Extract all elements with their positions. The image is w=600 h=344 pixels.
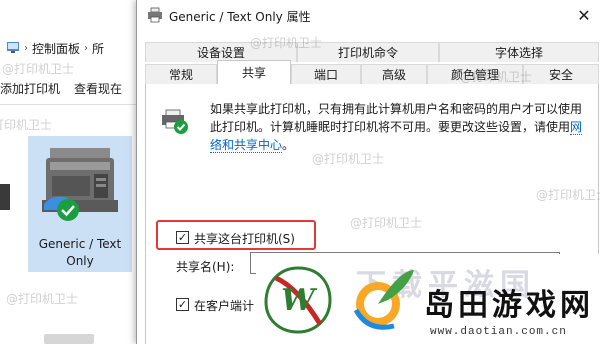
watermark-text: @打印机卫士 [350, 216, 423, 230]
close-button[interactable]: ✕ [573, 4, 595, 26]
breadcrumb-next[interactable]: 所 [92, 40, 104, 57]
printer-name-label: Generic / Text Only [38, 237, 122, 268]
watermark-text: @打印机卫士 [250, 36, 323, 50]
control-panel-icon [6, 40, 20, 57]
breadcrumb-separator: › [24, 42, 28, 54]
see-whats-printing-button[interactable]: 查看现在 [74, 80, 122, 97]
tab-general[interactable]: 常规 [145, 64, 217, 84]
breadcrumb-separator: › [84, 42, 89, 54]
tab-advanced[interactable]: 高级 [361, 64, 427, 84]
site-url-text: www.daotian.com.cn [430, 326, 567, 338]
device-icon-partial-bottom [44, 334, 94, 344]
share-printer-label: 共享这台打印机(S) [194, 232, 295, 246]
printer-icon [148, 7, 162, 23]
device-icon-partial [0, 184, 10, 210]
sharing-description: 如果共享此打印机，只有拥有此计算机用户名和密码的用户才可以使用此打印机。计算机睡… [210, 102, 583, 153]
tab-sharing[interactable]: 共享 [217, 60, 291, 84]
breadcrumb-control-panel[interactable]: 控制面板 [32, 40, 80, 57]
svg-text:W: W [281, 283, 318, 318]
watermark-text: @打印机卫士 [536, 188, 600, 202]
dialog-titlebar[interactable]: Generic / Text Only 属性 ✕ [137, 0, 600, 30]
dialog-title: Generic / Text Only 属性 [169, 10, 311, 24]
toolbar-divider [0, 104, 140, 105]
printer-tile-generic[interactable]: Generic / Text Only [28, 136, 132, 272]
watermark-text: @打印机卫士 [2, 62, 75, 76]
site-name-text: 岛田游戏网 [424, 288, 594, 323]
render-on-client-label: 在客户端计 [194, 299, 255, 313]
watermark-text: @打印机卫士 [0, 118, 53, 132]
address-bar[interactable]: › 控制面板 › 所 [0, 36, 140, 60]
render-on-client-checkbox[interactable]: ✓ [176, 298, 189, 311]
leaf-logo-icon [353, 270, 414, 330]
share-name-label: 共享名(H): [176, 260, 235, 274]
tab-font-selection[interactable]: 字体选择 [439, 42, 599, 62]
add-printer-button[interactable]: 添加打印机 [0, 80, 60, 97]
tab-security[interactable]: 安全 [523, 64, 599, 84]
printer-icon [42, 148, 118, 221]
site-logo-overlay: 下载平滋国 W 岛田游戏网 www.daotian.com.cn [256, 254, 600, 344]
watermark-text: @打印机卫士 [312, 152, 385, 166]
shared-printer-icon [162, 109, 188, 134]
watermark-text: @打印机卫士 [460, 70, 533, 84]
watermark-text: @打印机卫士 [6, 292, 79, 306]
tab-ports[interactable]: 端口 [291, 64, 361, 84]
w-logo-icon: W [264, 266, 332, 334]
explorer-toolbar: 添加打印机 查看现在 [0, 76, 140, 100]
share-printer-checkbox[interactable]: ✓ [176, 231, 189, 244]
